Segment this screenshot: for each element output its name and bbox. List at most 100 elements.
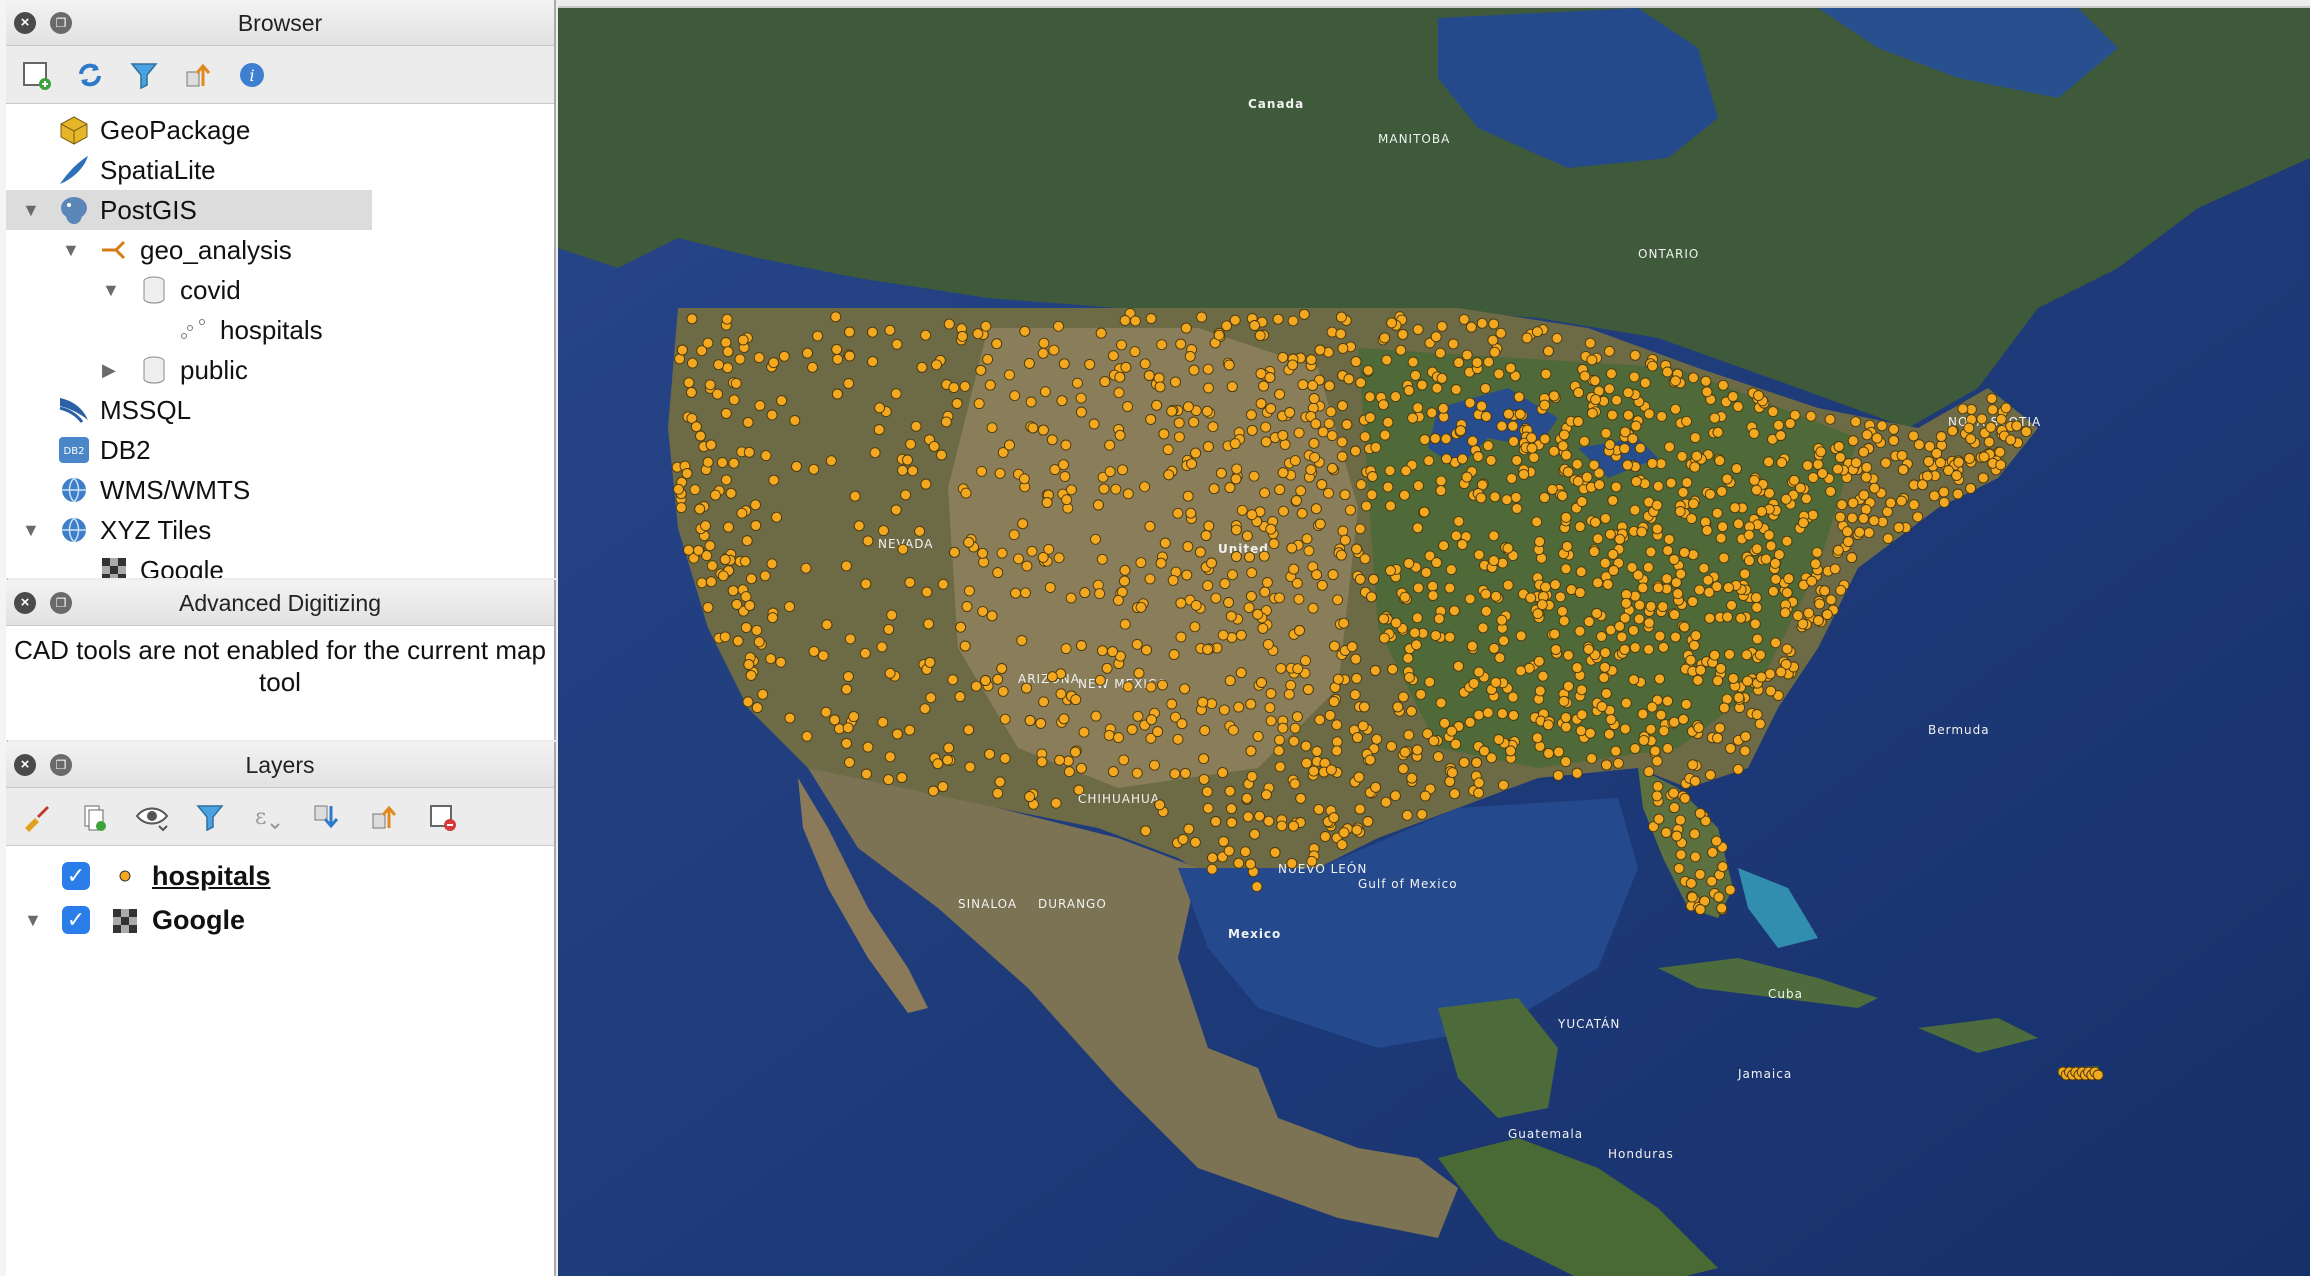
info-icon[interactable]: i bbox=[234, 57, 270, 93]
add-selected-layers-icon[interactable] bbox=[18, 57, 54, 93]
expand-all-icon[interactable] bbox=[308, 799, 344, 835]
hospital-point bbox=[1217, 629, 1229, 641]
hospital-point bbox=[1390, 617, 1402, 629]
hospital-point bbox=[1770, 573, 1782, 585]
tree-item-db2[interactable]: DB2 DB2 bbox=[56, 430, 151, 470]
tree-item-postgis[interactable]: ▼ PostGIS bbox=[6, 190, 372, 230]
hospital-point bbox=[1590, 394, 1602, 406]
hospital-point bbox=[732, 635, 744, 647]
layer-visibility-checkbox[interactable]: ✓ bbox=[62, 862, 90, 890]
style-brush-icon[interactable] bbox=[18, 799, 54, 835]
hospital-point bbox=[832, 353, 844, 365]
hospital-point bbox=[1977, 472, 1989, 484]
hospital-point bbox=[740, 622, 752, 633]
hospital-point bbox=[1382, 416, 1394, 428]
hospital-point bbox=[1197, 696, 1209, 708]
layer-visibility-checkbox[interactable]: ✓ bbox=[62, 906, 90, 934]
hospital-point bbox=[1601, 759, 1612, 771]
hospital-point bbox=[1257, 622, 1269, 634]
hospital-point bbox=[720, 474, 732, 486]
tree-item-geopackage[interactable]: GeoPackage bbox=[56, 110, 250, 150]
chevron-down-icon[interactable]: ▼ bbox=[22, 520, 40, 541]
hospital-point bbox=[765, 653, 777, 665]
remove-layer-icon[interactable] bbox=[424, 799, 460, 835]
hospital-point bbox=[1149, 759, 1160, 771]
map-svg[interactable]: CanadaUnitedMexicoGulf of MexicoCubaBerm… bbox=[558, 8, 2310, 1276]
hospital-point bbox=[1740, 731, 1752, 742]
filter-icon[interactable] bbox=[126, 57, 162, 93]
hospital-point bbox=[1438, 540, 1450, 552]
hospital-point bbox=[916, 361, 928, 373]
close-icon[interactable]: × bbox=[14, 12, 36, 34]
tree-item-covid[interactable]: ▼ covid bbox=[102, 270, 241, 310]
hospital-point bbox=[720, 337, 732, 348]
tree-item-mssql[interactable]: MSSQL bbox=[56, 390, 191, 430]
hospital-point bbox=[1119, 575, 1130, 587]
hospital-point bbox=[963, 536, 975, 548]
hospital-point bbox=[1063, 766, 1075, 778]
chevron-right-icon[interactable]: ▶ bbox=[102, 360, 116, 381]
tree-item-spatialite[interactable]: SpatiaLite bbox=[56, 150, 216, 190]
tree-item-wms-wmts[interactable]: WMS/WMTS bbox=[56, 470, 250, 510]
hospital-point bbox=[1038, 696, 1050, 708]
hospital-point bbox=[742, 696, 754, 708]
layer-row-google[interactable]: ▼ ✓ Google bbox=[24, 898, 245, 942]
hospital-point bbox=[1508, 709, 1519, 721]
hospital-point bbox=[1938, 486, 1950, 498]
hospital-point bbox=[1620, 597, 1632, 609]
hospital-point bbox=[1104, 466, 1116, 478]
hospital-point bbox=[825, 455, 837, 467]
filter-icon[interactable] bbox=[192, 799, 228, 835]
map-label: SINALOA bbox=[958, 897, 1017, 911]
hospital-point bbox=[1888, 423, 1900, 435]
hospital-point bbox=[1560, 563, 1572, 575]
hospital-point bbox=[1308, 393, 1320, 405]
refresh-icon[interactable] bbox=[72, 57, 108, 93]
chevron-down-icon[interactable]: ▼ bbox=[22, 200, 40, 221]
tree-item-public[interactable]: ▶ public bbox=[102, 350, 248, 390]
hospital-point bbox=[1534, 536, 1546, 548]
chevron-down-icon[interactable]: ▼ bbox=[24, 910, 42, 931]
collapse-all-icon[interactable] bbox=[366, 799, 402, 835]
float-icon[interactable]: ❐ bbox=[50, 592, 72, 614]
eye-icon[interactable] bbox=[134, 799, 170, 835]
tree-item-xyz-tiles[interactable]: ▼ XYZ Tiles bbox=[22, 510, 211, 550]
hospital-point bbox=[1732, 401, 1744, 412]
hospital-point bbox=[1190, 599, 1202, 611]
chevron-down-icon[interactable]: ▼ bbox=[102, 280, 120, 301]
hospital-point bbox=[1854, 526, 1866, 538]
hospital-point bbox=[706, 560, 718, 572]
hospital-point bbox=[1075, 406, 1087, 418]
hospital-point bbox=[791, 460, 802, 472]
hospital-point bbox=[853, 520, 865, 532]
hospital-point bbox=[1654, 630, 1666, 642]
hospital-point bbox=[869, 447, 881, 459]
tree-item-geo-analysis[interactable]: ▼ geo_analysis bbox=[62, 230, 292, 270]
float-icon[interactable]: ❐ bbox=[50, 754, 72, 776]
hospital-point bbox=[1773, 419, 1785, 431]
hospital-point bbox=[767, 612, 779, 624]
hospital-point bbox=[896, 772, 908, 783]
filter-expression-icon[interactable]: ε bbox=[250, 799, 286, 835]
float-icon[interactable]: ❐ bbox=[50, 12, 72, 34]
hospital-point bbox=[743, 446, 755, 458]
hospital-point bbox=[1412, 402, 1424, 414]
tree-item-google[interactable]: Google bbox=[96, 550, 224, 578]
layer-row-hospitals[interactable]: ✓ hospitals bbox=[62, 854, 271, 898]
add-group-icon[interactable] bbox=[76, 799, 112, 835]
hospital-point bbox=[1227, 724, 1239, 736]
hospital-point bbox=[1390, 391, 1402, 403]
hospital-point bbox=[1400, 465, 1412, 477]
hospital-point bbox=[1608, 565, 1620, 576]
close-icon[interactable]: × bbox=[14, 592, 36, 614]
hospital-point bbox=[1090, 533, 1101, 545]
collapse-all-icon[interactable] bbox=[180, 57, 216, 93]
close-icon[interactable]: × bbox=[14, 754, 36, 776]
chevron-down-icon[interactable]: ▼ bbox=[62, 240, 80, 261]
tree-item-label: DB2 bbox=[100, 434, 151, 465]
hospital-point bbox=[1218, 836, 1230, 847]
hospital-point bbox=[1769, 557, 1781, 569]
tree-item-hospitals[interactable]: hospitals bbox=[176, 310, 323, 350]
hospital-point bbox=[1556, 490, 1568, 502]
map-canvas[interactable]: Canada United Mexico Gulf of Mexico Cuba Berm… bbox=[558, 6, 2310, 1276]
